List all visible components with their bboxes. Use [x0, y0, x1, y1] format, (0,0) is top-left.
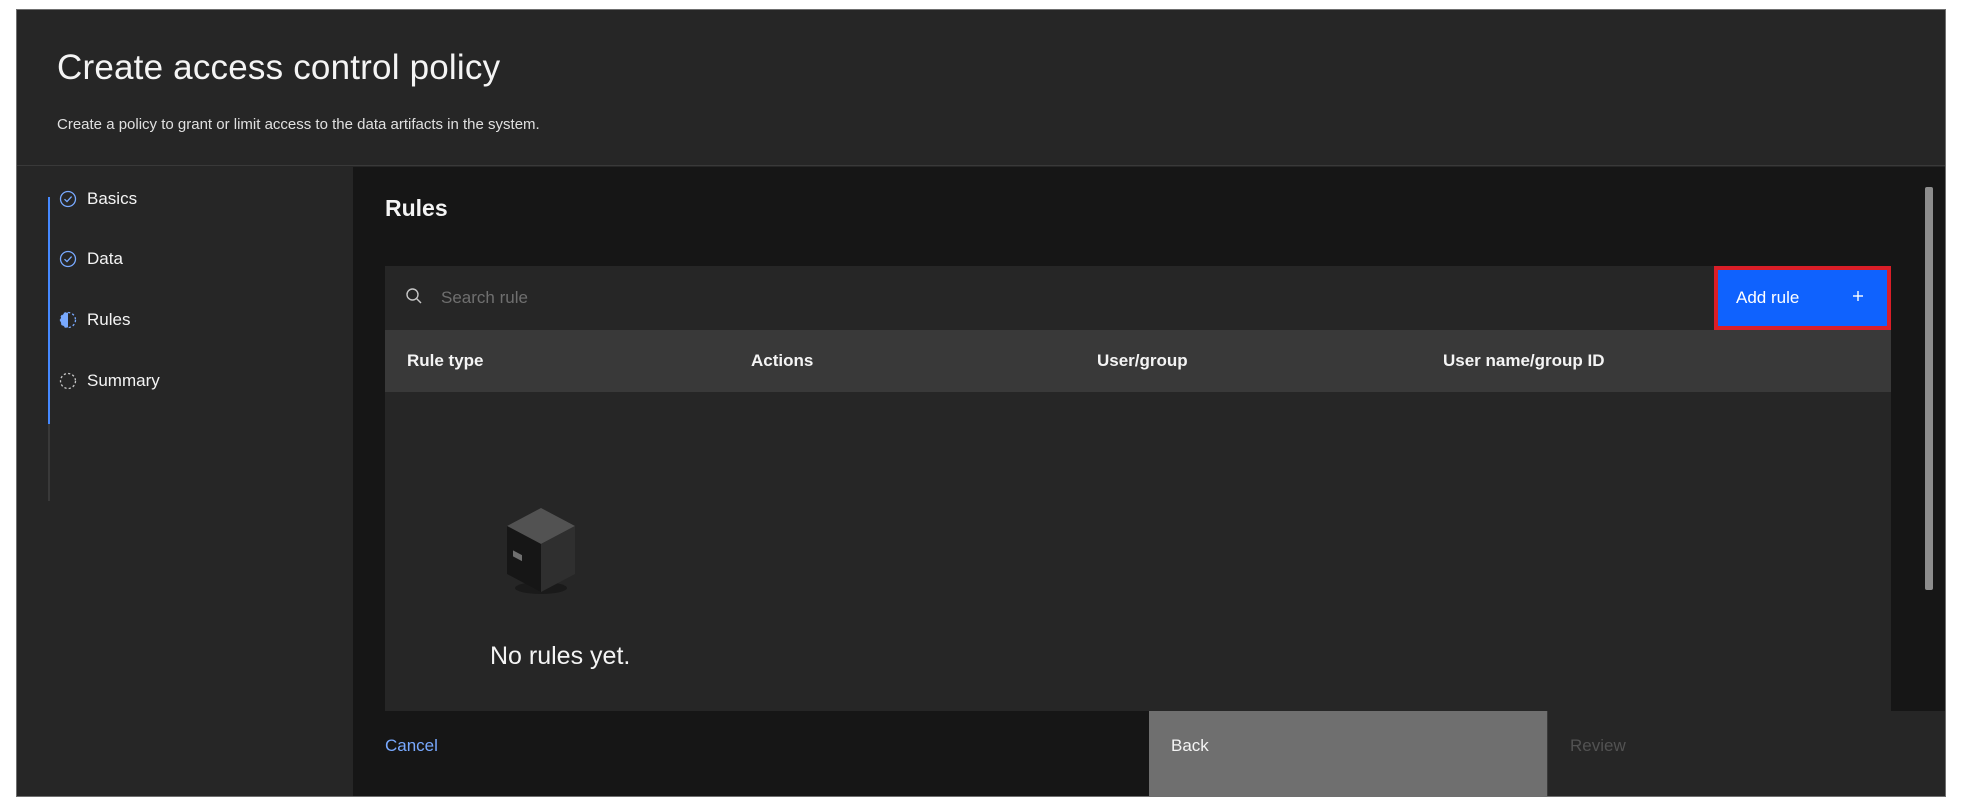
step-label: Summary	[87, 371, 160, 390]
search-container	[385, 266, 1715, 330]
empty-state: No rules yet.	[385, 392, 1891, 716]
dialog-footer: Cancel Back Review	[353, 711, 1945, 796]
step-basics[interactable]: Basics	[59, 183, 137, 215]
progress-track-active	[48, 197, 50, 424]
add-rule-label: Add rule	[1736, 288, 1800, 307]
empty-state-text: No rules yet.	[490, 642, 631, 670]
circle-dash-icon	[59, 372, 77, 390]
progress-indicator: Basics Data Rules Summary	[17, 167, 353, 796]
column-header-rule-type[interactable]: Rule type	[385, 351, 729, 371]
create-policy-dialog: Create access control policy Create a po…	[16, 9, 1946, 797]
box-icon	[501, 500, 581, 605]
page-title: Create access control policy	[57, 48, 501, 87]
back-button[interactable]: Back	[1149, 711, 1547, 796]
step-summary[interactable]: Summary	[59, 365, 160, 397]
dialog-header: Create access control policy Create a po…	[17, 10, 1945, 166]
step-label: Rules	[87, 310, 131, 329]
scrollbar-thumb[interactable]	[1925, 187, 1933, 590]
column-header-actions[interactable]: Actions	[729, 351, 1075, 371]
cancel-button[interactable]: Cancel	[353, 711, 1149, 796]
column-header-user-name-group-id[interactable]: User name/group ID	[1421, 351, 1891, 371]
step-data[interactable]: Data	[59, 243, 123, 275]
page-subtitle: Create a policy to grant or limit access…	[57, 116, 540, 133]
search-icon	[405, 287, 423, 310]
add-rule-button[interactable]: Add rule	[1714, 266, 1891, 330]
rules-panel: Rules Add rule Rule type Actions User/gr…	[353, 167, 1945, 716]
step-rules[interactable]: Rules	[59, 304, 130, 336]
step-label: Data	[87, 249, 123, 268]
checkmark-outline-icon	[59, 250, 77, 268]
add-icon	[1851, 288, 1865, 308]
table-toolbar: Add rule	[385, 266, 1891, 330]
incomplete-half-icon	[59, 311, 77, 329]
checkmark-outline-icon	[59, 190, 77, 208]
search-input[interactable]	[441, 288, 1241, 308]
step-label: Basics	[87, 189, 138, 208]
table-header: Rule type Actions User/group User name/g…	[385, 330, 1891, 392]
review-button[interactable]: Review	[1547, 711, 1945, 796]
section-title: Rules	[385, 195, 448, 221]
column-header-user-group[interactable]: User/group	[1075, 351, 1421, 371]
